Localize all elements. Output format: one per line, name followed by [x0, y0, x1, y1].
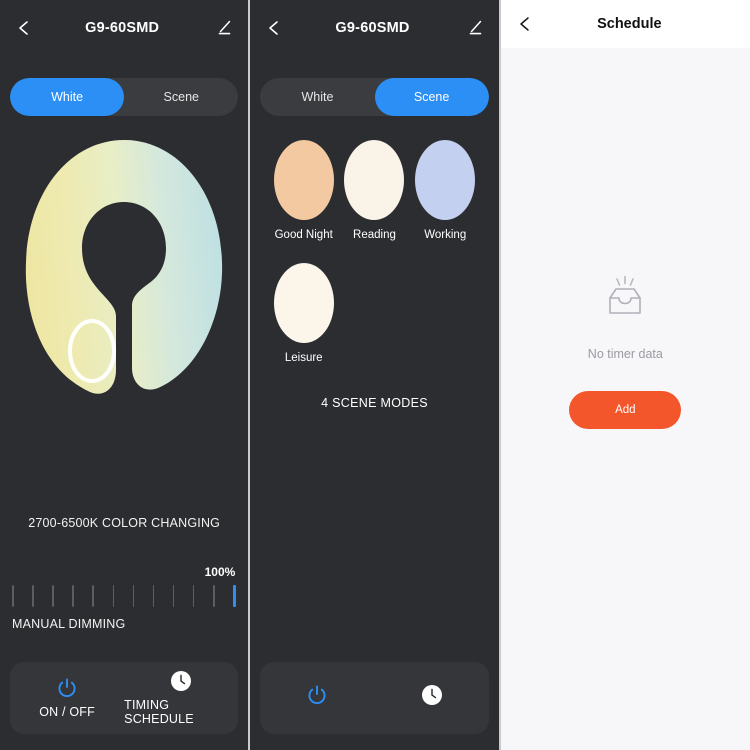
tab-scene[interactable]: Scene	[124, 78, 238, 116]
dimming-tick	[112, 585, 115, 607]
dimming-tick	[32, 585, 34, 607]
dimming-tick	[72, 585, 74, 607]
empty-state-text: No timer data	[587, 347, 663, 361]
timing-schedule-button[interactable]	[375, 684, 489, 712]
color-temperature-wheel[interactable]	[20, 130, 228, 405]
dimming-tick-active[interactable]	[233, 585, 237, 607]
timing-schedule-label: TIMING SCHEDULE	[124, 698, 194, 726]
scene-item-working[interactable]: Working	[410, 140, 481, 241]
edit-pencil-icon[interactable]	[214, 18, 234, 38]
timing-schedule-button[interactable]: TIMING SCHEDULE	[124, 670, 238, 726]
empty-inbox-icon	[597, 270, 653, 331]
color-temp-caption: 2700-6500K COLOR CHANGING	[28, 516, 221, 530]
scene-label: Reading	[353, 229, 396, 241]
scene-item-good-night[interactable]: Good Night	[268, 140, 339, 241]
header-bar-schedule: Schedule	[500, 0, 750, 48]
header-bar-white-mode: G9-60SMD	[0, 0, 248, 56]
power-icon	[56, 677, 78, 699]
scene-label: Working	[424, 229, 467, 241]
panel-scene-mode: G9-60SMD White Scene Good Night Reading	[250, 0, 499, 750]
on-off-label: ON / OFF	[39, 705, 95, 719]
manual-dimming-slider[interactable]: 100% MANUAL DIMMING	[12, 565, 237, 631]
page-title: G9-60SMD	[85, 20, 160, 36]
clock-icon	[170, 670, 192, 692]
on-off-button[interactable]	[260, 684, 374, 712]
tab-white[interactable]: White	[260, 78, 374, 116]
dimming-tick	[192, 585, 195, 607]
dimming-tick	[213, 585, 215, 607]
edit-pencil-icon[interactable]	[465, 18, 485, 38]
scene-swatch[interactable]	[344, 140, 405, 220]
dimming-tick	[12, 585, 14, 607]
tab-white[interactable]: White	[10, 78, 125, 116]
power-icon	[306, 684, 328, 706]
scene-label: Good Night	[274, 229, 333, 241]
scene-item-reading[interactable]: Reading	[339, 140, 410, 241]
dimming-tick	[132, 585, 135, 607]
dimming-label: MANUAL DIMMING	[12, 617, 126, 631]
bottom-bar-scene-mode	[260, 662, 489, 734]
scene-count-label: 4 SCENE MODES	[321, 396, 428, 410]
scene-swatch[interactable]	[273, 263, 334, 343]
dimming-tick	[92, 585, 94, 607]
dimming-tick	[172, 585, 175, 607]
dimming-percent-label: 100%	[204, 565, 236, 579]
clock-icon	[421, 684, 443, 706]
color-wheel-area	[0, 130, 248, 430]
scene-swatch[interactable]	[273, 140, 334, 220]
scene-label: Leisure	[284, 352, 323, 364]
three-panel-screenshot: G9-60SMD White Scene 2700-6500K COLOR CH…	[0, 0, 750, 750]
page-title: Schedule	[597, 16, 662, 32]
page-title: G9-60SMD	[335, 20, 410, 36]
dimming-track[interactable]	[12, 583, 237, 609]
header-bar-scene-mode: G9-60SMD	[250, 0, 498, 56]
mode-toggle-white[interactable]: White Scene	[10, 78, 239, 116]
dimming-tick	[52, 585, 54, 607]
bottom-bar-white-mode: ON / OFF TIMING SCHEDULE	[10, 662, 239, 734]
tab-scene[interactable]: Scene	[374, 78, 489, 116]
panel-schedule: Schedule No timer data Add	[500, 0, 750, 750]
dimming-tick	[152, 585, 155, 607]
add-button[interactable]: Add	[569, 391, 682, 429]
mode-toggle-scene[interactable]: White Scene	[260, 78, 489, 116]
on-off-button[interactable]: ON / OFF	[10, 677, 124, 719]
panel-white-mode: G9-60SMD White Scene 2700-6500K COLOR CH…	[0, 0, 249, 750]
scene-item-leisure[interactable]: Leisure	[268, 263, 339, 364]
scene-swatch[interactable]	[415, 140, 476, 220]
empty-state: No timer data Add	[501, 270, 750, 429]
scene-grid: Good Night Reading Working Leisure	[250, 116, 498, 386]
